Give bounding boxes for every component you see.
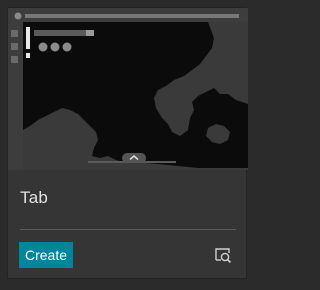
thumbnail-title-line	[25, 14, 239, 18]
card-title: Tab	[20, 188, 49, 207]
thumbnail-widget-dot-icon	[62, 42, 72, 52]
template-thumbnail	[8, 8, 248, 170]
preview-zoom-icon	[215, 248, 232, 264]
thumbnail-widget-title	[34, 30, 86, 36]
card-divider	[20, 229, 236, 230]
expand-handle-pill	[122, 153, 146, 163]
thumbnail-widget-dot-icon	[50, 42, 60, 52]
preview-button[interactable]	[213, 245, 233, 265]
template-card[interactable]: Tab Create	[7, 7, 248, 279]
thumbnail-sidebar-icon	[11, 43, 18, 50]
thumbnail-window-dot-icon	[14, 12, 22, 20]
thumbnail-widget-bar	[26, 53, 30, 58]
thumbnail-sidebar-icon	[11, 30, 18, 37]
create-button[interactable]: Create	[19, 242, 73, 268]
expand-handle[interactable]	[122, 153, 146, 163]
thumbnail-sidebar-icon	[11, 56, 18, 63]
thumbnail-widget-title	[86, 30, 94, 36]
thumbnail-widget-dot-icon	[38, 42, 48, 52]
thumbnail-widget-bar	[26, 27, 30, 49]
